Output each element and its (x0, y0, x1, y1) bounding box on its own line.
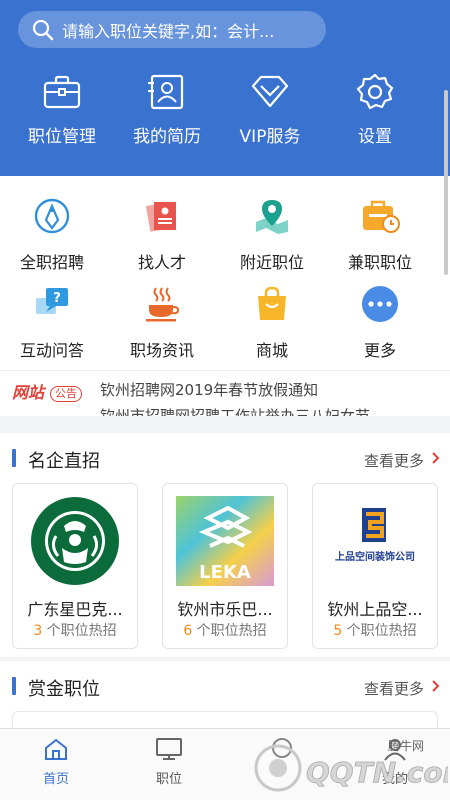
top-nav: 职位管理 我的简历 VIP服务 设置 (0, 72, 450, 152)
coffee-icon (146, 287, 180, 322)
section-accent-bar (12, 449, 16, 467)
shortcut-label: 更多 (363, 341, 396, 360)
bottom-nav-label: 职位 (155, 772, 182, 787)
map-pin-icon (256, 200, 288, 234)
view-more-link[interactable]: 查看更多 (364, 450, 424, 471)
shortcut-mall[interactable]: 商城 (216, 284, 328, 361)
parttime-icon (363, 200, 400, 233)
shortcut-label: 商城 (255, 341, 288, 360)
fulltime-icon (34, 198, 70, 234)
qqtn-watermark: QQTN.com 腾牛网 (254, 738, 448, 792)
starbucks-logo (31, 497, 119, 585)
section-header: 名企直招 查看更多 (0, 433, 450, 483)
company-card[interactable]: 上品空间装饰公司 钦州上品空... 5 个职位热招 (312, 483, 438, 649)
shortcut-more[interactable]: 更多 (324, 284, 436, 361)
shortcut-label: 全职招聘 (19, 253, 84, 272)
gear-icon (356, 73, 394, 110)
view-more-link[interactable]: 查看更多 (364, 678, 424, 699)
company-card[interactable]: 广东星巴克... 3 个职位热招 (12, 483, 138, 649)
top-nav-vip[interactable]: VIP服务 (214, 72, 326, 147)
chevron-right-icon[interactable] (430, 450, 442, 466)
notice-badge: 网站 公告 (12, 379, 88, 405)
shangpin-logo: 上品空间装饰公司 (326, 496, 424, 586)
search-placeholder: 请输入职位关键字,如：会计... (62, 21, 275, 41)
briefcase-icon (43, 75, 81, 109)
shortcut-qa[interactable]: ? 互动问答 (0, 284, 108, 361)
search-input[interactable]: 请输入职位关键字,如：会计... (18, 11, 326, 48)
section-title: 赏金职位 (28, 679, 100, 700)
bottom-nav-home[interactable]: 首页 (0, 737, 112, 787)
shortcut-talent[interactable]: 找人才 (106, 196, 218, 273)
top-nav-label: VIP服务 (239, 127, 301, 147)
shortcut-parttime[interactable]: 兼职职位 (324, 196, 436, 273)
chevron-right-icon[interactable] (430, 678, 442, 694)
section-title: 名企直招 (28, 451, 100, 472)
company-name: 广东星巴克... (27, 600, 123, 619)
shortcut-fulltime[interactable]: 全职招聘 (0, 196, 108, 273)
notice-bar[interactable]: 网站 公告 钦州招聘网2019年春节放假通知 钦州市招聘网招聘工作站举办三八妇女… (0, 370, 450, 416)
company-job-count: 5 个职位热招 (313, 620, 437, 640)
qa-icon: ? (36, 288, 68, 314)
job-count-suffix: 个职位热招 (192, 623, 267, 639)
shortcut-label: 附近职位 (239, 253, 304, 272)
svg-text:LEKA: LEKA (199, 562, 251, 583)
notice-text-next[interactable]: 钦州市招聘网招聘工作站举办三八妇女节 (100, 405, 370, 416)
company-job-count: 3 个职位热招 (13, 620, 137, 640)
scrollbar[interactable] (444, 90, 448, 275)
section-accent-bar (12, 677, 16, 695)
bounty-jobs-section: 赏金职位 查看更多 (0, 661, 450, 728)
job-count-suffix: 个职位热招 (42, 623, 117, 639)
leka-logo: LEKA (176, 496, 274, 586)
company-job-count: 6 个职位热招 (163, 620, 287, 640)
shortcut-grid: 全职招聘 找人才 附近职位 兼职职位 ? 互动问答 职场资讯 商城 更多 (0, 176, 450, 370)
company-card[interactable]: LEKA 钦州市乐巴... 6 个职位热招 (162, 483, 288, 649)
shortcut-nearby[interactable]: 附近职位 (216, 196, 328, 273)
bottom-nav: 首页 职位 我的 QQTN.com 腾牛网 (0, 728, 450, 800)
job-count-number: 3 (33, 623, 43, 639)
talent-icon (145, 202, 176, 232)
job-count-number: 6 (183, 623, 193, 639)
svg-text:上品空间装饰公司: 上品空间装饰公司 (335, 550, 415, 563)
top-nav-label: 职位管理 (28, 127, 96, 147)
job-count-number: 5 (333, 623, 343, 639)
company-name: 钦州市乐巴... (177, 600, 273, 619)
svg-text:QQTN.com: QQTN.com (306, 756, 448, 789)
shortcut-news[interactable]: 职场资讯 (106, 284, 218, 361)
section-header: 赏金职位 查看更多 (0, 661, 450, 711)
top-nav-settings[interactable]: 设置 (319, 72, 431, 147)
bounty-card-preview[interactable] (12, 711, 438, 728)
bottom-nav-jobs[interactable]: 职位 (113, 737, 225, 787)
resume-icon (148, 74, 184, 110)
search-icon (32, 19, 54, 40)
shortcut-label: 职场资讯 (129, 341, 194, 360)
svg-text:腾牛网: 腾牛网 (388, 738, 424, 753)
diamond-icon (251, 75, 289, 108)
top-nav-label: 设置 (358, 127, 392, 147)
home-icon (45, 738, 67, 760)
company-name: 钦州上品空... (327, 600, 423, 619)
notice-text[interactable]: 钦州招聘网2019年春节放假通知 (100, 379, 318, 400)
top-nav-job-manage[interactable]: 职位管理 (6, 72, 118, 147)
monitor-icon (156, 738, 182, 760)
shortcut-label: 兼职职位 (347, 253, 412, 272)
shortcut-label: 互动问答 (19, 341, 84, 360)
svg-text:?: ? (53, 291, 61, 306)
bottom-nav-label: 首页 (42, 772, 69, 787)
header: 请输入职位关键字,如：会计... 职位管理 我的简历 VIP服务 设置 (0, 0, 450, 176)
notice-badge-sub: 公告 (50, 386, 82, 402)
shortcut-label: 找人才 (137, 253, 186, 272)
job-count-suffix: 个职位热招 (342, 623, 417, 639)
top-nav-label: 我的简历 (133, 127, 201, 147)
famous-companies-section: 名企直招 查看更多 广东星巴克... 3 个职位热招 LEKA 钦州市乐巴...… (0, 433, 450, 657)
shopping-bag-icon (258, 286, 286, 320)
more-icon (362, 286, 398, 322)
top-nav-my-resume[interactable]: 我的简历 (111, 72, 223, 147)
notice-badge-main: 网站 (12, 383, 45, 402)
